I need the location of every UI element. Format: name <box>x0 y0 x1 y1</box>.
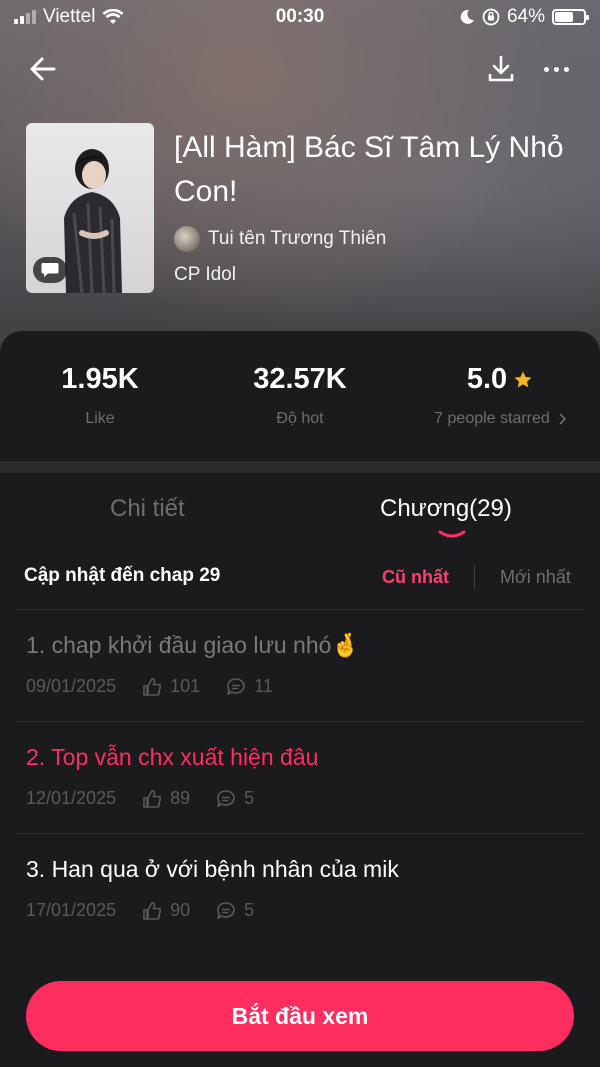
back-button[interactable] <box>26 52 60 86</box>
orientation-lock-icon <box>482 8 500 26</box>
carrier-label: Viettel <box>43 6 96 27</box>
moon-icon <box>460 9 474 24</box>
chapter-meta: 12/01/2025 89 5 <box>26 788 254 809</box>
star-icon <box>514 371 532 387</box>
chapter-comments: 11 <box>254 676 273 696</box>
author-name: Tui tên Trương Thiên <box>208 228 387 249</box>
more-button[interactable] <box>536 52 576 86</box>
tab-detail[interactable]: Chi tiết <box>110 495 185 523</box>
battery-icon <box>552 9 589 25</box>
rating-value-row: 5.0 <box>400 363 600 396</box>
chapter-meta: 17/01/2025 90 5 <box>26 900 254 921</box>
wifi-icon <box>102 9 124 24</box>
more-icon <box>543 66 549 72</box>
status-bar: Viettel 00:30 64% <box>0 0 600 34</box>
status-right: 64% <box>459 6 589 28</box>
start-reading-button[interactable]: Bắt đầu xem <box>26 981 574 1051</box>
book-cover[interactable] <box>26 123 154 293</box>
chapter-row[interactable]: 1. chap khởi đầu giao lưu nhó🤞 09/01/2025… <box>16 609 586 721</box>
chapter-likes: 89 <box>170 788 191 808</box>
chevron-right-icon <box>559 413 566 425</box>
top-nav <box>0 48 600 88</box>
likes-label: Like <box>85 410 115 427</box>
hot-value: 32.57K <box>253 363 347 395</box>
stats-row: 1.95K Like 32.57K Độ hot 5.0 7 people st… <box>0 331 600 461</box>
chapter-date: 12/01/2025 <box>26 788 117 808</box>
download-button[interactable] <box>484 52 518 86</box>
chapter-row[interactable]: 2. Top vẫn chx xuất hiện đâu 12/01/2025 89… <box>16 721 586 833</box>
signal-icon <box>14 10 36 24</box>
chapter-title: 2. Top vẫn chx xuất hiện đâu <box>26 744 319 770</box>
comment-icon <box>41 263 59 277</box>
chapter-title: 1. chap khởi đầu giao lưu nhó🤞 <box>26 632 361 658</box>
tab-bar: Chi tiết Chương(29) <box>0 491 600 547</box>
author-avatar <box>174 226 200 252</box>
likes-value: 1.95K <box>61 363 139 395</box>
chapter-meta: 09/01/2025 101 11 <box>26 676 273 697</box>
chapter-likes: 90 <box>170 900 191 920</box>
stat-rating[interactable]: 5.0 7 people starred <box>400 363 600 428</box>
comment-badge <box>33 257 67 283</box>
section-divider <box>0 461 600 473</box>
book-title: [All Hàm] Bác Sĩ Tâm Lý Nhỏ Con! <box>174 131 564 208</box>
sort-divider <box>474 565 475 589</box>
rating-label-row: 7 people starred <box>400 410 600 428</box>
rating-value: 5.0 <box>466 363 508 395</box>
chapter-row[interactable]: 3. Han qua ở với bệnh nhân của mik 17/01/… <box>16 833 586 945</box>
chapter-date: 09/01/2025 <box>26 676 117 696</box>
active-tab-indicator <box>438 530 466 538</box>
stat-likes: 1.95K Like <box>0 363 200 428</box>
chapter-likes: 101 <box>170 676 201 696</box>
status-left: Viettel <box>14 6 124 28</box>
chapter-title: 3. Han qua ở với bệnh nhân của mik <box>26 856 399 882</box>
thumb-up-icon <box>142 789 162 809</box>
chapter-date: 17/01/2025 <box>26 900 117 920</box>
author-row[interactable]: Tui tên Trương Thiên <box>174 226 386 252</box>
download-icon <box>488 55 514 82</box>
comment-icon <box>216 789 236 809</box>
hot-label: Độ hot <box>276 410 324 427</box>
comment-icon <box>226 677 246 697</box>
chapter-comments: 5 <box>244 900 255 920</box>
battery-percent: 64% <box>506 6 545 27</box>
stat-hot: 32.57K Độ hot <box>200 363 400 428</box>
rating-label: 7 people starred <box>434 410 550 427</box>
update-status: Cập nhật đến chap 29 <box>24 565 221 586</box>
thumb-up-icon <box>142 677 162 697</box>
sort-newest-button[interactable]: Mới nhất <box>500 567 571 588</box>
tab-chapters[interactable]: Chương(29) <box>380 495 512 523</box>
comment-icon <box>216 901 236 921</box>
back-arrow-icon <box>30 57 56 81</box>
update-bar: Cập nhật đến chap 29 Cũ nhất Mới nhất <box>0 555 600 601</box>
chapter-comments: 5 <box>244 788 255 808</box>
thumb-up-icon <box>142 901 162 921</box>
sort-oldest-button[interactable]: Cũ nhất <box>382 567 449 588</box>
genre-tag[interactable]: CP Idol <box>174 264 236 286</box>
